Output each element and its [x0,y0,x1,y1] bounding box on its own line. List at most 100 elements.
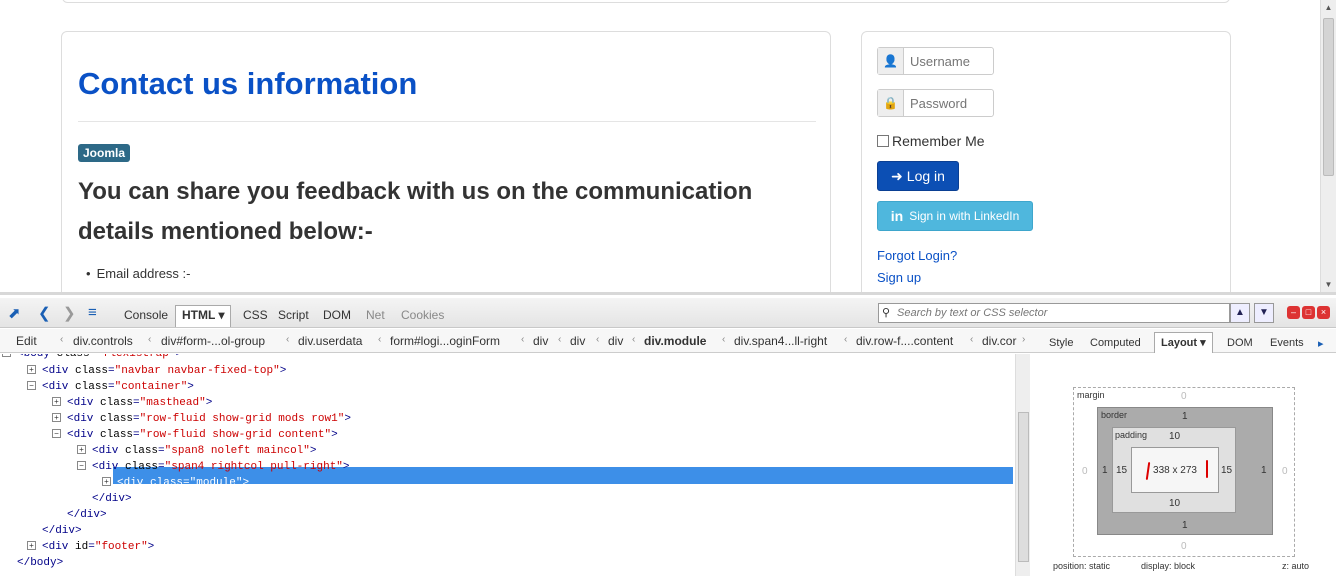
tree-node[interactable]: − <div class="span4 rightcol pull-right"> [77,459,350,475]
tree-node[interactable]: + <div class="span8 noleft maincol"> [77,443,317,459]
tree-node-close[interactable]: </div> [92,491,132,507]
margin-bottom[interactable]: 0 [1181,541,1187,552]
tab-css[interactable]: CSS [243,308,268,322]
password-field[interactable]: 🔒 [877,89,994,117]
side-tabs-more-icon[interactable]: ▸ [1318,337,1324,350]
expand-icon[interactable]: + [102,477,111,486]
tab-script[interactable]: Script [278,308,309,322]
search-input[interactable]: ⚲ Search by text or CSS selector [878,303,1230,323]
crumb-item[interactable]: div [570,334,585,348]
tree-node-selected[interactable]: + <div class="module"> [102,475,249,491]
side-tab-computed[interactable]: Computed [1090,337,1141,349]
search-icon: ⚲ [882,307,891,319]
expand-icon[interactable]: + [52,413,61,422]
z-index-info: z: auto [1282,561,1310,571]
crumb-item[interactable]: div [533,334,548,348]
remember-label: Remember Me [892,133,985,149]
detach-icon[interactable]: □ [1302,306,1315,319]
border-bottom[interactable]: 1 [1182,520,1188,531]
side-tab-layout[interactable]: Layout ▾ [1154,332,1213,353]
login-button[interactable]: ➜ Log in [877,161,959,191]
collapse-icon[interactable]: − [77,461,86,470]
tab-html[interactable]: HTML ▾ [175,305,232,327]
expand-icon[interactable]: + [27,541,36,550]
margin-left[interactable]: 0 [1082,466,1088,477]
tab-net[interactable]: Net [366,308,385,322]
category-tag[interactable]: Joomla [78,144,131,162]
crumb-item[interactable]: div.controls [73,334,133,348]
crumb-item-selected[interactable]: div.module [644,334,706,348]
list-icon[interactable]: ≡ [88,304,97,321]
crumb-item[interactable]: div.span4...ll-right [734,334,827,348]
forgot-login-link[interactable]: Forgot Login? [877,248,957,263]
edit-button[interactable]: Edit [8,333,45,349]
annotation-mark [1145,461,1151,481]
expand-icon[interactable]: + [52,397,61,406]
tree-node[interactable]: + <div id="footer"> [27,539,154,555]
scroll-down-icon[interactable]: ▼ [1321,277,1336,292]
crumb-item[interactable]: div.cor [982,334,1016,348]
login-module: 👤 🔒 Remember Me ➜ Log in in Sign in with… [861,31,1231,292]
username-field[interactable]: 👤 [877,47,994,75]
collapse-icon[interactable]: − [52,429,61,438]
scroll-up-icon[interactable]: ▲ [1321,0,1336,15]
linkedin-signin-button[interactable]: in Sign in with LinkedIn [877,201,1033,231]
page-title[interactable]: Contact us information [78,66,417,102]
padding-right[interactable]: 15 [1221,465,1232,476]
crumb-item[interactable]: div.userdata [298,334,362,348]
remember-checkbox[interactable] [877,135,889,147]
crumb-item[interactable]: div.row-f....content [856,334,953,348]
side-tab-events[interactable]: Events [1270,337,1304,349]
collapse-icon[interactable]: − [27,381,36,390]
padding-bottom[interactable]: 10 [1169,498,1180,509]
border-right[interactable]: 1 [1261,465,1267,476]
margin-top[interactable]: 0 [1181,391,1187,402]
side-tab-style[interactable]: Style [1049,337,1073,349]
inspect-icon[interactable]: ⬈ [8,304,21,322]
page-scrollbar[interactable]: ▲ ▼ [1320,0,1336,292]
minimize-icon[interactable]: – [1287,306,1300,319]
tree-node[interactable]: + <div class="navbar navbar-fixed-top"> [27,363,286,379]
crumb-item[interactable]: div [608,334,623,348]
forward-arrow-icon[interactable]: ❯ [63,304,76,322]
crumb-left-icon[interactable]: ‹ [60,334,63,345]
tree-node-close[interactable]: </div> [67,507,107,523]
expand-icon[interactable]: + [77,445,86,454]
tree-node[interactable]: + <div class="row-fluid show-grid mods ro… [52,411,351,427]
tab-dom[interactable]: DOM [323,308,351,322]
close-icon[interactable]: × [1317,306,1330,319]
tree-node[interactable]: − <div class="row-fluid show-grid content… [52,427,338,443]
box-model-panel: margin 0 0 0 0 border 1 1 1 1 padding 10… [1036,354,1336,576]
padding-top[interactable]: 10 [1169,431,1180,442]
search-prev-icon[interactable]: ▲ [1230,303,1250,323]
remember-me[interactable]: Remember Me [877,133,985,149]
tree-node-close[interactable]: </body> [17,555,63,571]
side-tab-dom[interactable]: DOM [1227,337,1253,349]
padding-left[interactable]: 15 [1116,465,1127,476]
content-size[interactable]: 338 x 273 [1153,465,1197,476]
back-arrow-icon[interactable]: ❮ [38,304,51,322]
expand-icon[interactable]: + [27,365,36,374]
tree-scrollbar-thumb[interactable] [1018,412,1029,562]
content-box[interactable]: 338 x 273 [1131,447,1219,493]
tree-node[interactable]: − <div class="container"> [27,379,194,395]
crumb-item[interactable]: form#logi...oginForm [390,334,500,348]
margin-right[interactable]: 0 [1282,466,1288,477]
tab-cookies[interactable]: Cookies [401,308,444,322]
collapse-icon[interactable]: − [2,354,11,357]
tree-node[interactable]: + <div class="masthead"> [52,395,212,411]
border-left[interactable]: 1 [1102,465,1108,476]
crumb-item[interactable]: div#form-...ol-group [161,334,265,348]
tree-node[interactable]: −<body class="flexistrap"> [2,354,182,362]
border-top[interactable]: 1 [1182,411,1188,422]
search-next-icon[interactable]: ▼ [1254,303,1274,323]
signup-link[interactable]: Sign up [877,270,921,285]
password-input[interactable] [904,90,992,116]
crumb-separator-icon: ‹ [148,334,152,345]
tab-console[interactable]: Console [124,308,168,322]
tree-node-close[interactable]: </div> [42,523,82,539]
tree-scrollbar[interactable] [1015,354,1030,576]
username-input[interactable] [904,48,992,74]
crumb-right-icon[interactable]: › [1022,334,1025,345]
scrollbar-thumb[interactable] [1323,18,1334,176]
